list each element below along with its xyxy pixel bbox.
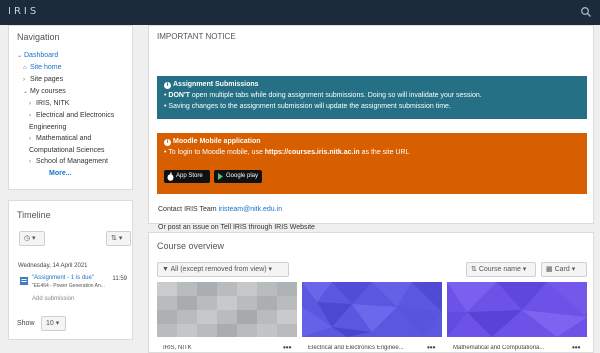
post-issue-line: Or post an issue on Tell IRIS through IR… [158,224,315,231]
chevron-right-icon: › [29,101,31,107]
mobile-notice-box: i Moodle Mobile application • To login to… [157,133,587,194]
add-submission-link[interactable]: Add submission [32,296,74,302]
course-card-image-macs[interactable] [447,282,587,337]
apple-icon [167,172,174,181]
course-view-dropdown[interactable]: ▦ Card ▾ [541,262,587,277]
course-card-image-iris[interactable] [157,282,297,337]
event-title-link[interactable]: "Assignment - 1 is due" [32,275,94,281]
chevron-right-icon: › [29,136,31,142]
assignment-notice-line1: • DON'T open multiple tabs while doing a… [164,92,482,99]
google-play-badge[interactable]: Google play [214,170,262,183]
course-card-name-macs[interactable]: Mathematical and Computationa... [453,345,565,351]
search-icon[interactable] [580,6,592,18]
clock-icon: ◷ [24,235,31,242]
course-overview-title: Course overview [157,241,225,251]
notice-title: IMPORTANT NOTICE [157,32,236,41]
assignment-notice-title: i Assignment Submissions [164,81,259,89]
contact-line: Contact IRIS Team iristeam@nitk.edu.in [158,206,283,213]
top-navbar: IRIS [0,0,600,25]
play-icon [218,173,223,180]
chevron-down-icon: ⌄ [23,89,29,95]
navigation-title: Navigation [17,32,60,42]
course-card-menu-button[interactable]: ••• [427,343,435,352]
chevron-right-icon: › [23,77,25,83]
nav-site-pages[interactable]: › Site pages [17,74,129,86]
nav-my-courses[interactable]: ⌄ My courses [17,86,129,98]
sort-icon: ⇅ [471,266,477,273]
event-time: 11:59 [112,276,127,282]
mobile-notice-title: i Moodle Mobile application [164,138,261,146]
assignment-notice-line2: • Saving changes to the assignment submi… [164,103,451,110]
contact-email-link[interactable]: iristeam@nitk.edu.in [219,206,283,213]
mobile-notice-line: • To login to Moodle mobile, use https:/… [164,149,410,156]
chevron-right-icon: › [29,159,31,165]
sort-icon: ⇅ [111,235,117,242]
filter-icon: ▼ [162,266,169,273]
timeline-date: Wednesday, 14 April 2021 [18,263,88,269]
timeline-block: Timeline ◷ ▾ ⇅ ▾ Wednesday, 14 April 202… [8,200,133,340]
nav-dashboard[interactable]: ⌄ Dashboard [17,50,129,62]
assignment-icon [20,277,28,285]
course-sort-dropdown[interactable]: ⇅ Course name ▾ [466,262,536,277]
assignment-notice-box: i Assignment Submissions • DON'T open mul… [157,76,587,119]
course-card-menu-button[interactable]: ••• [572,343,580,352]
info-icon: i [164,139,171,146]
chevron-right-icon: › [29,113,31,119]
course-card-name-iris[interactable]: IRIS, NITK [163,345,283,351]
grid-icon: ▦ [546,266,553,273]
nav-course-som[interactable]: › School of Management [17,156,129,168]
course-card-menu-button[interactable]: ••• [283,343,291,352]
timeline-title: Timeline [17,210,51,220]
chevron-down-icon: ⌄ [17,53,23,59]
nav-course-eee-cont[interactable]: Engineering [17,122,129,133]
course-overview-block: Course overview ▼ All (except removed fr… [148,232,594,353]
nav-more-link[interactable]: More... [17,168,129,179]
important-notice-block: IMPORTANT NOTICE i Assignment Submissions… [148,25,594,231]
home-icon: ⌂ [23,65,27,71]
nav-course-macs-cont[interactable]: Computational Sciences [17,145,129,156]
show-label: Show [17,320,35,327]
info-icon: i [164,82,171,89]
timeline-sort-button[interactable]: ⇅ ▾ [106,231,131,246]
app-store-badge[interactable]: App Store [164,170,210,183]
nav-course-macs[interactable]: › Mathematical and [17,133,129,145]
nav-course-iris[interactable]: › IRIS, NITK [17,98,129,110]
course-card-image-eee[interactable] [302,282,442,337]
event-course: "EE464 - Power Generation An... [32,283,105,289]
navigation-tree: ⌄ Dashboard ⌂ Site home › Site pages ⌄ My co… [17,50,129,179]
site-logo[interactable]: IRIS [8,6,39,17]
timeline-filter-button[interactable]: ◷ ▾ [19,231,45,246]
navigation-block: Navigation ⌄ Dashboard ⌂ Site home › Site p… [8,25,133,190]
course-filter-dropdown[interactable]: ▼ All (except removed from view) ▾ [157,262,289,277]
nav-site-home[interactable]: ⌂ Site home [17,62,129,74]
nav-course-eee[interactable]: › Electrical and Electronics [17,110,129,122]
course-card-name-eee[interactable]: Electrical and Electronics Enginee... [308,345,420,351]
show-count-select[interactable]: 10 ▾ [41,316,66,331]
